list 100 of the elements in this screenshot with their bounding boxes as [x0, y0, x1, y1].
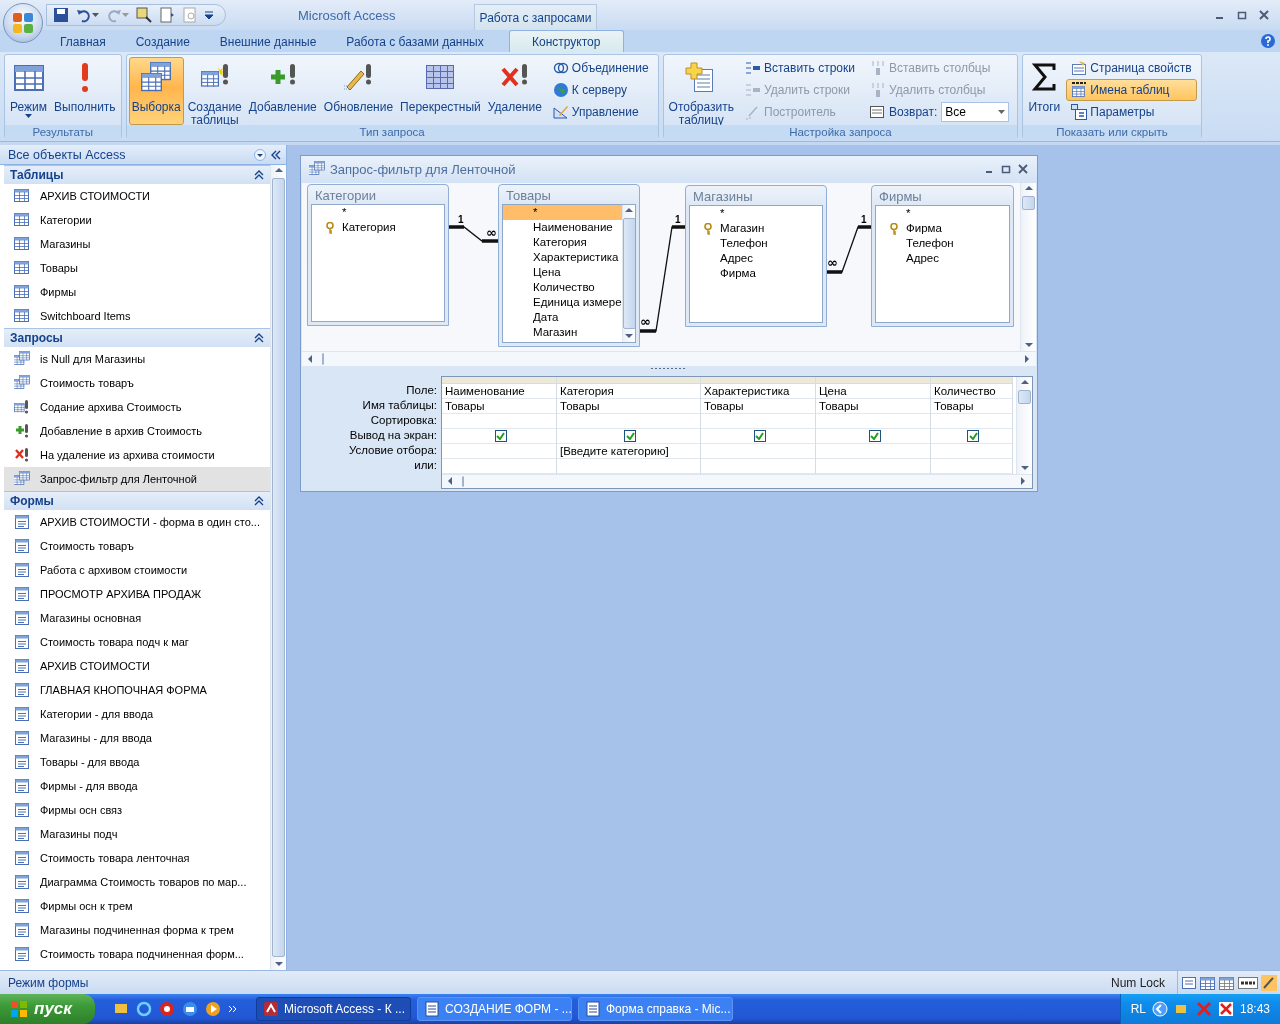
- field-row[interactable]: Единица измере: [503, 294, 622, 310]
- nav-item[interactable]: Стоимость товаръ: [4, 534, 270, 558]
- nav-item[interactable]: Товары: [4, 256, 270, 280]
- ribbon-button[interactable]: Режим: [7, 57, 50, 125]
- ribbon-button[interactable]: Перекрестный: [397, 57, 484, 125]
- ribbon-button[interactable]: Обновление: [320, 57, 397, 125]
- ribbon-tab[interactable]: Внешние данные: [204, 30, 332, 52]
- show-checkbox[interactable]: [967, 430, 979, 442]
- nav-item[interactable]: Товары - для ввода: [4, 750, 270, 774]
- nav-item[interactable]: Магазины: [4, 232, 270, 256]
- show-checkbox[interactable]: [494, 430, 507, 442]
- nav-item[interactable]: Фирмы осн к трем: [4, 894, 270, 918]
- scroll-thumb[interactable]: [322, 353, 324, 365]
- nav-item[interactable]: Магазины - для ввода: [4, 726, 270, 750]
- ribbon-button[interactable]: Управление: [547, 101, 654, 123]
- customize-button[interactable]: [205, 11, 213, 19]
- nav-item[interactable]: Магазины основная: [4, 606, 270, 630]
- field-row[interactable]: Фирма: [876, 220, 1009, 236]
- join-line[interactable]: [447, 225, 500, 243]
- field-row[interactable]: Категория: [312, 219, 444, 235]
- taskbar-button[interactable]: Форма справка - Mic...: [578, 997, 733, 1021]
- ribbon-button[interactable]: Выборка: [128, 57, 184, 125]
- nav-section-header[interactable]: Запросы: [4, 328, 270, 347]
- nav-item[interactable]: Диаграмма Стоимость товаров по мар...: [4, 870, 270, 894]
- nav-item[interactable]: Магазины подчиненная форма к трем: [4, 918, 270, 942]
- design-view-icon[interactable]: [1261, 974, 1277, 991]
- nav-item[interactable]: На удаление из архива стоимости: [4, 443, 270, 467]
- nav-item[interactable]: Фирмы осн связ: [4, 798, 270, 822]
- ribbon-button[interactable]: Отобразить таблицу: [665, 57, 737, 125]
- ribbon-button[interactable]: Выполнить: [51, 57, 119, 125]
- field-row[interactable]: Фирма: [690, 265, 822, 281]
- nav-item[interactable]: Стоимость товаръ: [4, 371, 270, 395]
- scrollbar[interactable]: [302, 351, 1036, 366]
- field-row[interactable]: Магазин: [503, 324, 622, 340]
- grid-cell[interactable]: Товары: [931, 399, 1012, 414]
- table-box[interactable]: Магазины * Магазин Телефон Адрес Фирма: [685, 184, 827, 327]
- nav-item[interactable]: Стоимость товара подч к маг: [4, 630, 270, 654]
- form-view-icon[interactable]: [1181, 974, 1197, 991]
- help-icon[interactable]: [1260, 33, 1276, 49]
- field-row[interactable]: Дата: [503, 309, 622, 325]
- nav-item[interactable]: Категории - для ввода: [4, 702, 270, 726]
- close-icon[interactable]: [1017, 163, 1029, 176]
- join-line[interactable]: [638, 225, 687, 333]
- nav-item[interactable]: is Null для Магазины: [4, 347, 270, 371]
- ribbon-button[interactable]: Параметры: [1066, 101, 1197, 123]
- ribbon-tab[interactable]: Главная: [45, 30, 121, 52]
- taskbar-button[interactable]: Microsoft Access - К ...: [256, 997, 411, 1021]
- language-indicator[interactable]: RL: [1130, 1002, 1146, 1016]
- nav-item[interactable]: Магазины подч: [4, 822, 270, 846]
- field-row[interactable]: Количество: [503, 279, 622, 295]
- table-box[interactable]: Фирмы * Фирма Телефон Адрес: [871, 184, 1014, 327]
- taskbar-button[interactable]: СОЗДАНИЕ ФОРМ - ...: [417, 997, 572, 1021]
- nav-item[interactable]: Добавление в архив Стоимость: [4, 419, 270, 443]
- save-button[interactable]: [53, 7, 69, 23]
- scroll-right-icon[interactable]: [1022, 354, 1032, 364]
- scroll-thumb[interactable]: [1018, 390, 1031, 404]
- field-row[interactable]: Цена: [503, 264, 622, 280]
- ribbon-tab[interactable]: Конструктор: [508, 30, 624, 52]
- ribbon-button[interactable]: Вставить строки: [740, 57, 860, 79]
- mail-icon[interactable]: [182, 1001, 198, 1017]
- field-row[interactable]: Телефон: [690, 235, 822, 251]
- ribbon-button[interactable]: Страница свойств: [1066, 57, 1197, 79]
- grid-cell[interactable]: [Введите категорию]: [557, 444, 700, 459]
- nav-item[interactable]: Фирмы: [4, 280, 270, 304]
- field-row[interactable]: *: [876, 205, 1009, 221]
- zoom-button[interactable]: [136, 7, 152, 23]
- nav-item[interactable]: Работа с архивом стоимости: [4, 558, 270, 582]
- pivot-view-icon[interactable]: [1219, 974, 1235, 991]
- scroll-thumb[interactable]: [1022, 195, 1035, 210]
- return-dropdown[interactable]: Все: [941, 102, 1010, 122]
- undo-button[interactable]: [76, 7, 99, 23]
- show-checkbox[interactable]: [868, 430, 881, 442]
- field-row[interactable]: *: [503, 204, 622, 220]
- ribbon-tab[interactable]: Создание: [120, 30, 205, 52]
- ribbon-tab[interactable]: Работа с базами данных: [331, 30, 499, 52]
- nav-item[interactable]: ПРОСМОТР АРХИВА ПРОДАЖ: [4, 582, 270, 606]
- maximize-icon[interactable]: [1000, 163, 1012, 176]
- grid-cell[interactable]: Характеристика: [701, 384, 815, 399]
- nav-item[interactable]: Стоимость товара ленточная: [4, 846, 270, 870]
- restore-icon[interactable]: [1236, 9, 1248, 21]
- ribbon-button[interactable]: Создание таблицы: [184, 57, 245, 125]
- browser-icon[interactable]: [136, 1001, 152, 1017]
- grid-cell[interactable]: Товары: [816, 399, 930, 414]
- ribbon-button[interactable]: К серверу: [547, 79, 654, 101]
- scrollbar[interactable]: [1020, 182, 1036, 351]
- table-box[interactable]: Категории * Категория: [307, 183, 449, 326]
- field-row[interactable]: Характеристика: [503, 249, 622, 265]
- ribbon-button[interactable]: Добавление: [245, 57, 320, 125]
- dropdown-icon[interactable]: [254, 148, 266, 161]
- nav-item[interactable]: АРХИВ СТОИМОСТИ: [4, 184, 270, 208]
- field-row[interactable]: Адрес: [876, 250, 1009, 266]
- scrollbar[interactable]: [1016, 377, 1032, 474]
- nav-item[interactable]: Категории: [4, 208, 270, 232]
- media-icon[interactable]: [159, 1001, 175, 1017]
- grid-cell[interactable]: Количество: [931, 384, 1012, 399]
- nav-item[interactable]: Стоимость товара подчиненная форм...: [4, 942, 270, 966]
- nav-item[interactable]: Запрос-фильтр для Ленточной: [4, 467, 270, 491]
- join-line[interactable]: [825, 225, 873, 274]
- field-row[interactable]: Адрес: [690, 250, 822, 266]
- sql-view-icon[interactable]: [1238, 974, 1258, 991]
